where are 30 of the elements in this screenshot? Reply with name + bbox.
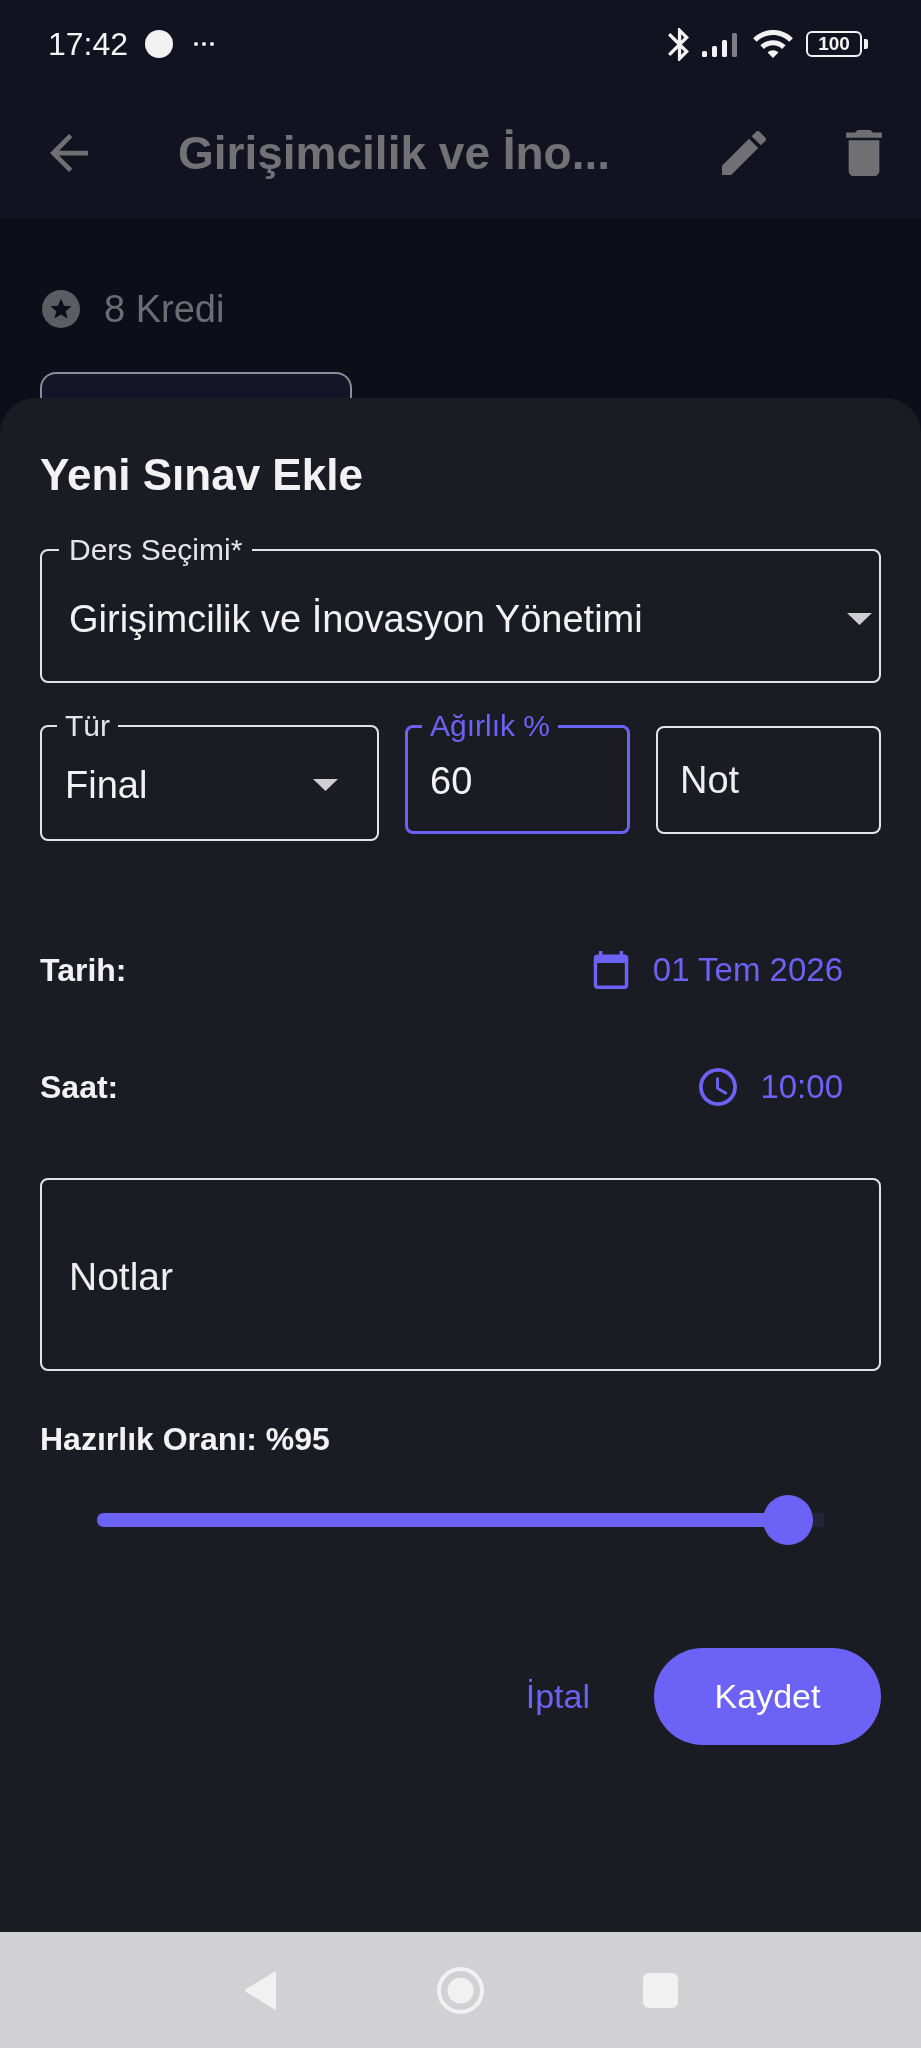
page-title: Girişimcilik ve İno... — [178, 126, 611, 180]
more-dots-icon — [193, 42, 216, 46]
pencil-icon[interactable] — [722, 131, 766, 175]
save-button[interactable]: Kaydet — [654, 1648, 881, 1745]
time-picker-button[interactable]: 10:00 — [699, 1068, 843, 1106]
date-picker-button[interactable]: 01 Tem 2026 — [591, 951, 843, 989]
battery-indicator: 100 — [806, 31, 868, 57]
field-label: Tarih: — [40, 951, 127, 989]
notes-input[interactable]: Notlar — [40, 1178, 881, 1371]
calendar-icon — [591, 951, 630, 989]
notification-dot-icon — [145, 30, 174, 58]
floating-label: Ders Seçimi* — [68, 532, 244, 568]
credits-label: 8 Kredi — [104, 287, 225, 331]
back-arrow-icon[interactable] — [50, 134, 88, 172]
caret-icon — [847, 613, 872, 625]
signal-icon — [702, 31, 740, 57]
slider-thumb[interactable] — [762, 1495, 813, 1545]
bluetooth-icon — [668, 27, 689, 61]
wifi-icon — [753, 30, 793, 58]
caret-icon — [313, 779, 338, 791]
floating-label: Tür — [64, 708, 111, 744]
sheet-title: Yeni Sınav Ekle — [40, 449, 364, 501]
text-input[interactable]: Not — [656, 726, 881, 834]
field-label: Saat: — [40, 1068, 119, 1106]
readiness-label: Hazırlık Oranı: %95 — [40, 1420, 331, 1459]
trash-icon[interactable] — [846, 130, 882, 176]
clock-icon — [699, 1068, 738, 1106]
status-time: 17:42 — [48, 25, 129, 63]
cancel-button[interactable]: İptal — [525, 1677, 590, 1716]
floating-label: Ağırlık % — [429, 708, 552, 744]
